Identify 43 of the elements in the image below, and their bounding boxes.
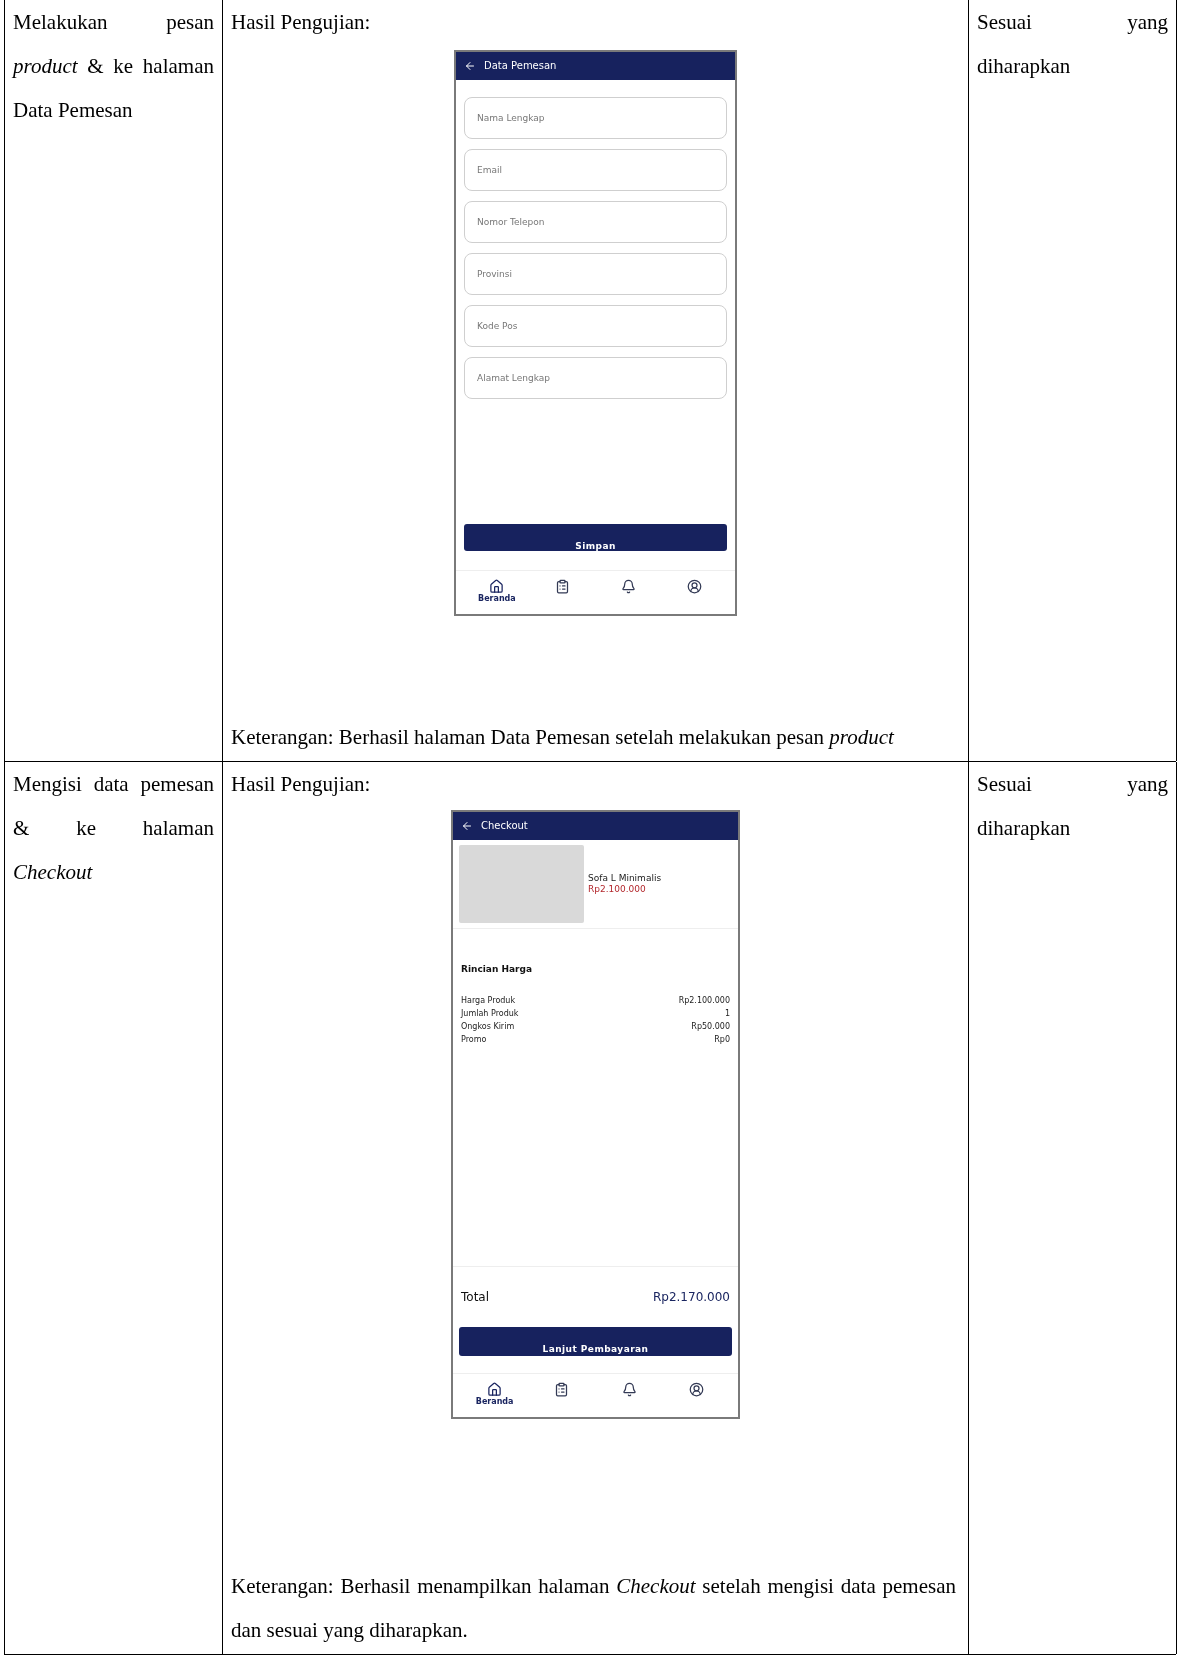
product-price: Rp2.100.000 (588, 884, 647, 896)
product-name: Sofa L Minimalis (588, 872, 662, 884)
note-text: Keterangan: Berhasil menampilkan halaman Checkout setelah mengisi data pemesan dan sesuai yang diharapkan. (231, 1573, 957, 1644)
scenario-text: Mengisi data pemesan & ke halaman Checkout (13, 771, 214, 886)
payment-button[interactable]: Lanjut Pembayaran (459, 1327, 732, 1356)
note-text: Keterangan: Berhasil halaman Data Pemesan setelah melakukan pesan product (231, 724, 896, 751)
screen-title: Checkout (481, 819, 528, 833)
bell-icon[interactable] (621, 1382, 637, 1397)
price-label: Jumlah Produk (461, 1008, 519, 1020)
section-title: Rincian Harga (461, 963, 533, 976)
price-value: Rp50.000 (691, 1021, 730, 1033)
input-field[interactable]: Kode Pos (464, 305, 727, 347)
save-button[interactable]: Simpan (464, 524, 727, 551)
home-icon[interactable] (487, 1382, 503, 1397)
profile-icon[interactable] (688, 1382, 704, 1397)
expected-text: Sesuai yang diharapkan (977, 771, 1168, 842)
input-field[interactable]: Email (464, 149, 727, 191)
result-label: Hasil Pengujian: (231, 771, 372, 798)
screen-title: Data Pemesan (484, 59, 557, 73)
total-value: Rp2.170.000 (652, 1289, 730, 1306)
price-label: Harga Produk (461, 995, 516, 1007)
profile-icon[interactable] (686, 579, 702, 594)
scenario-text: Melakukan pesan product & ke halaman Data Pemesan (13, 9, 214, 124)
price-value: Rp2.100.000 (678, 995, 730, 1007)
clipboard-icon[interactable] (555, 579, 571, 594)
result-label: Hasil Pengujian: (231, 9, 372, 36)
total-label: Total (461, 1289, 490, 1306)
clipboard-icon[interactable] (554, 1382, 570, 1397)
price-value: Rp0 (714, 1034, 730, 1046)
price-label: Ongkos Kirim (461, 1021, 515, 1033)
bell-icon[interactable] (620, 579, 636, 594)
back-icon[interactable] (461, 820, 473, 832)
nav-label: Beranda (478, 594, 516, 604)
input-field[interactable]: Alamat Lengkap (464, 357, 727, 399)
nav-label: Beranda (475, 1397, 514, 1407)
input-field[interactable]: Nama Lengkap (464, 97, 727, 139)
price-label: Promo (461, 1034, 487, 1046)
expected-text: Sesuai yang diharapkan (977, 9, 1168, 80)
input-field[interactable]: Nomor Telepon (464, 201, 727, 243)
input-field[interactable]: Provinsi (464, 253, 727, 295)
back-icon[interactable] (464, 60, 476, 72)
price-value: 1 (724, 1008, 730, 1020)
home-icon[interactable] (489, 579, 505, 594)
